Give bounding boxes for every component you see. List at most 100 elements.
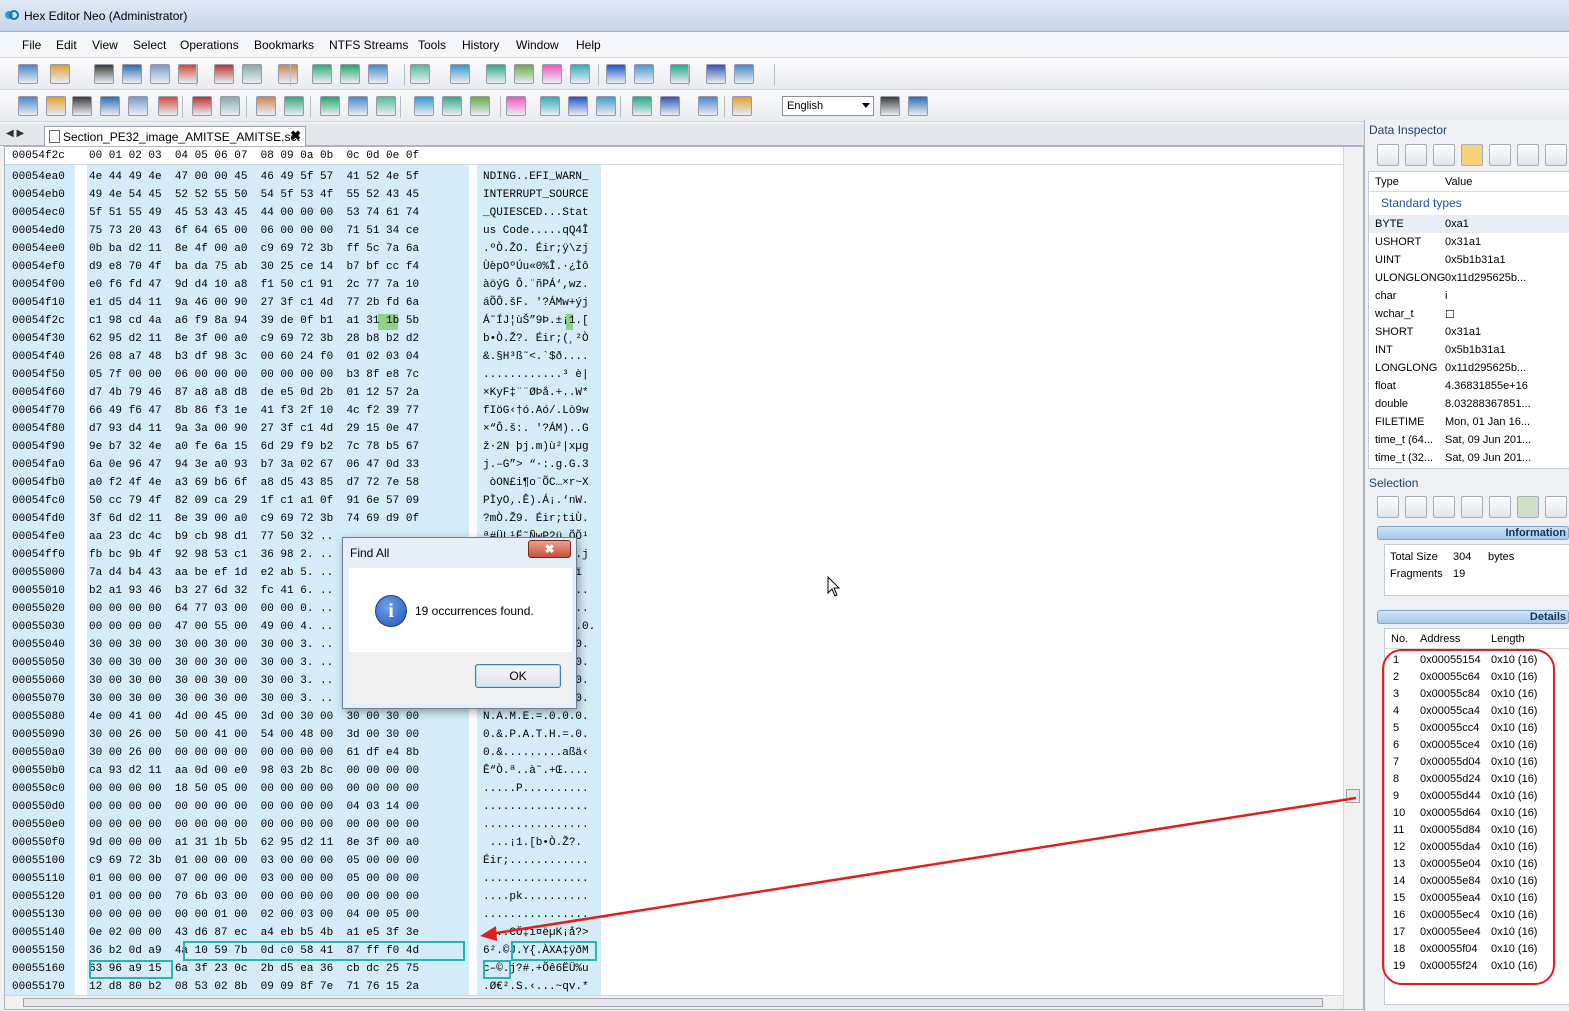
hammer-icon[interactable] [540,96,560,116]
inspector-row[interactable]: INT 0x5b1b31a1 [1369,341,1569,359]
group-standard-types[interactable]: Standard types [1381,196,1462,210]
inspector-row[interactable]: wchar_t ☐ [1369,305,1569,323]
paste-icon[interactable] [220,96,240,116]
tools-icon[interactable] [410,64,430,84]
hex-row[interactable]: 00054f50 05 7f 00 00 06 00 00 00 00 00 00… [5,366,605,384]
hex-editor-pane[interactable]: 00054f2c 00 01 02 03 04 05 06 07 08 09 0… [4,146,1364,1010]
inspector-row[interactable]: LONGLONG 0x11d295625b... [1369,359,1569,377]
network-icon[interactable] [514,64,534,84]
add-icon[interactable] [1489,144,1511,166]
ok-button[interactable]: OK [475,664,561,688]
remove-selection-icon[interactable] [1405,496,1427,518]
menu-bookmarks[interactable]: Bookmarks [254,38,314,52]
hex-row[interactable]: 00055080 4e 00 41 00 4d 00 45 00 3d 00 30… [5,708,605,726]
search-window-icon[interactable] [634,64,654,84]
alert-icon[interactable] [734,64,754,84]
fill-icon[interactable] [376,96,396,116]
inspector-row[interactable]: FILETIME Mon, 01 Jan 16... [1369,413,1569,431]
vertical-scrollbar[interactable] [1343,147,1363,1009]
patch-icon[interactable] [568,96,588,116]
hex-row[interactable]: 000550b0 ca 93 d2 11 aa 0d 00 e0 98 03 2b… [5,762,605,780]
close-all-icon[interactable] [242,64,262,84]
hex-row[interactable]: 00054f10 e1 d5 d4 11 9a 46 00 90 27 3f c1… [5,294,605,312]
undo-icon[interactable] [18,96,38,116]
inspector-row[interactable]: float 4.36831855e+16 [1369,377,1569,395]
view-icon[interactable] [340,64,360,84]
help-book-icon[interactable] [706,64,726,84]
hex-row[interactable]: 00054fd0 3f 6d d2 11 8e 39 00 a0 c9 69 72… [5,510,605,528]
find-next-icon[interactable] [470,96,490,116]
horizontal-scrollbar[interactable] [5,995,1343,1009]
zoom-search-icon[interactable] [414,96,434,116]
close-icon[interactable] [214,64,234,84]
delete-icon[interactable] [158,96,178,116]
cut-icon[interactable] [192,96,212,116]
menu-edit[interactable]: Edit [56,38,77,52]
hex-row[interactable]: 00055120 01 00 00 00 70 6b 03 00 00 00 00… [5,888,605,906]
hex-row[interactable]: 00054f80 d7 93 d4 11 9a 3a 00 90 27 3f c1… [5,420,605,438]
new-file-icon[interactable] [18,64,38,84]
inspector-row[interactable]: time_t (64... Sat, 09 Jun 201... [1369,431,1569,449]
copy-block-icon[interactable] [100,96,120,116]
dialog-close-button[interactable]: ✖ [528,540,571,558]
insert-icon[interactable] [320,96,340,116]
hex-row[interactable]: 00054fc0 50 cc 79 4f 82 09 ca 29 1f c1 a1… [5,492,605,510]
inspector-row[interactable]: BYTE 0xa1 [1369,215,1569,233]
inspector-row[interactable]: UINT 0x5b1b31a1 [1369,251,1569,269]
view-split-icon[interactable] [368,64,388,84]
menu-ntfs-streams[interactable]: NTFS Streams [329,38,408,52]
pattern-icon[interactable] [1489,496,1511,518]
clipboard-icon[interactable] [284,96,304,116]
lock-icon[interactable] [632,96,652,116]
hex-row[interactable]: 00055140 0e 02 00 00 43 d6 87 ec a4 eb b5… [5,924,605,942]
terminal-icon[interactable] [670,64,690,84]
edit-icon[interactable] [72,96,92,116]
find-replace-icon[interactable] [442,96,462,116]
menu-window[interactable]: Window [516,38,559,52]
hex-row[interactable]: 00055090 30 00 26 00 50 00 41 00 54 00 48… [5,726,605,744]
hex-row[interactable]: 00054f70 66 49 f6 47 8b 86 f3 1e 41 f3 2f… [5,402,605,420]
select-grid-icon[interactable] [1377,496,1399,518]
checkmark-icon[interactable] [1517,496,1539,518]
split-icon[interactable] [1461,496,1483,518]
details-header[interactable]: Details [1377,610,1569,624]
pencil-icon[interactable] [256,96,276,116]
settings-icon[interactable] [908,96,928,116]
hex-row[interactable]: 000550e0 00 00 00 00 00 00 00 00 00 00 00… [5,816,605,834]
inspector-row[interactable]: USHORT 0x31a1 [1369,233,1569,251]
grid-icon[interactable] [1433,496,1455,518]
inspector-row[interactable]: ULONGLONG 0x11d295625b... [1369,269,1569,287]
open-folder-icon[interactable] [50,64,70,84]
save-as-icon[interactable] [150,64,170,84]
hex-row[interactable]: 00055100 c9 69 72 3b 01 00 00 00 03 00 00… [5,852,605,870]
hex-row[interactable]: 00054ee0 0b ba d2 11 8e 4f 00 a0 c9 69 72… [5,240,605,258]
hex-row[interactable]: 00054fa0 6a 0e 96 47 94 3e a0 93 b7 3a 02… [5,456,605,474]
menu-history[interactable]: History [462,38,499,52]
move-icon[interactable] [348,96,368,116]
hex-row[interactable]: 00055170 12 d8 80 b2 08 53 02 8b 09 09 8f… [5,978,605,996]
monitor-icon[interactable] [450,64,470,84]
tool-icon[interactable] [1545,144,1567,166]
tab-document[interactable]: Section_PE32_image_AMITSE_AMITSE.sct ✖ [44,126,306,146]
hex-row[interactable]: 00055110 01 00 00 00 07 00 00 00 03 00 00… [5,870,605,888]
redo-icon[interactable] [46,96,66,116]
save-icon[interactable] [94,64,114,84]
highlighter-icon[interactable] [732,96,752,116]
arrow-down-icon[interactable] [1433,144,1455,166]
compare-icon[interactable] [312,64,332,84]
script-icon[interactable] [596,96,616,116]
gear-icon[interactable] [1517,144,1539,166]
hex-row[interactable]: 000550a0 30 00 26 00 00 00 00 00 00 00 00… [5,744,605,762]
menu-file[interactable]: File [22,38,41,52]
menu-tools[interactable]: Tools [418,38,446,52]
scroll-thumb[interactable] [1346,789,1360,803]
tab-nav-arrows[interactable]: ◀ ▶ [6,128,24,139]
hex-row[interactable]: 00054ea0 4e 44 49 4e 47 00 00 45 46 49 5f… [5,168,605,186]
plugin-icon[interactable] [570,64,590,84]
hex-row[interactable]: 000550f0 9d 00 00 00 a1 31 1b 5b 62 95 d2… [5,834,605,852]
hex-row[interactable]: 00055130 00 00 00 00 00 00 01 00 02 00 03… [5,906,605,924]
inspector-row[interactable]: char i [1369,287,1569,305]
marker-icon[interactable] [1405,144,1427,166]
hex-row[interactable]: 00054ed0 75 73 20 43 6f 64 65 00 06 00 00… [5,222,605,240]
export-icon[interactable] [1545,496,1567,518]
